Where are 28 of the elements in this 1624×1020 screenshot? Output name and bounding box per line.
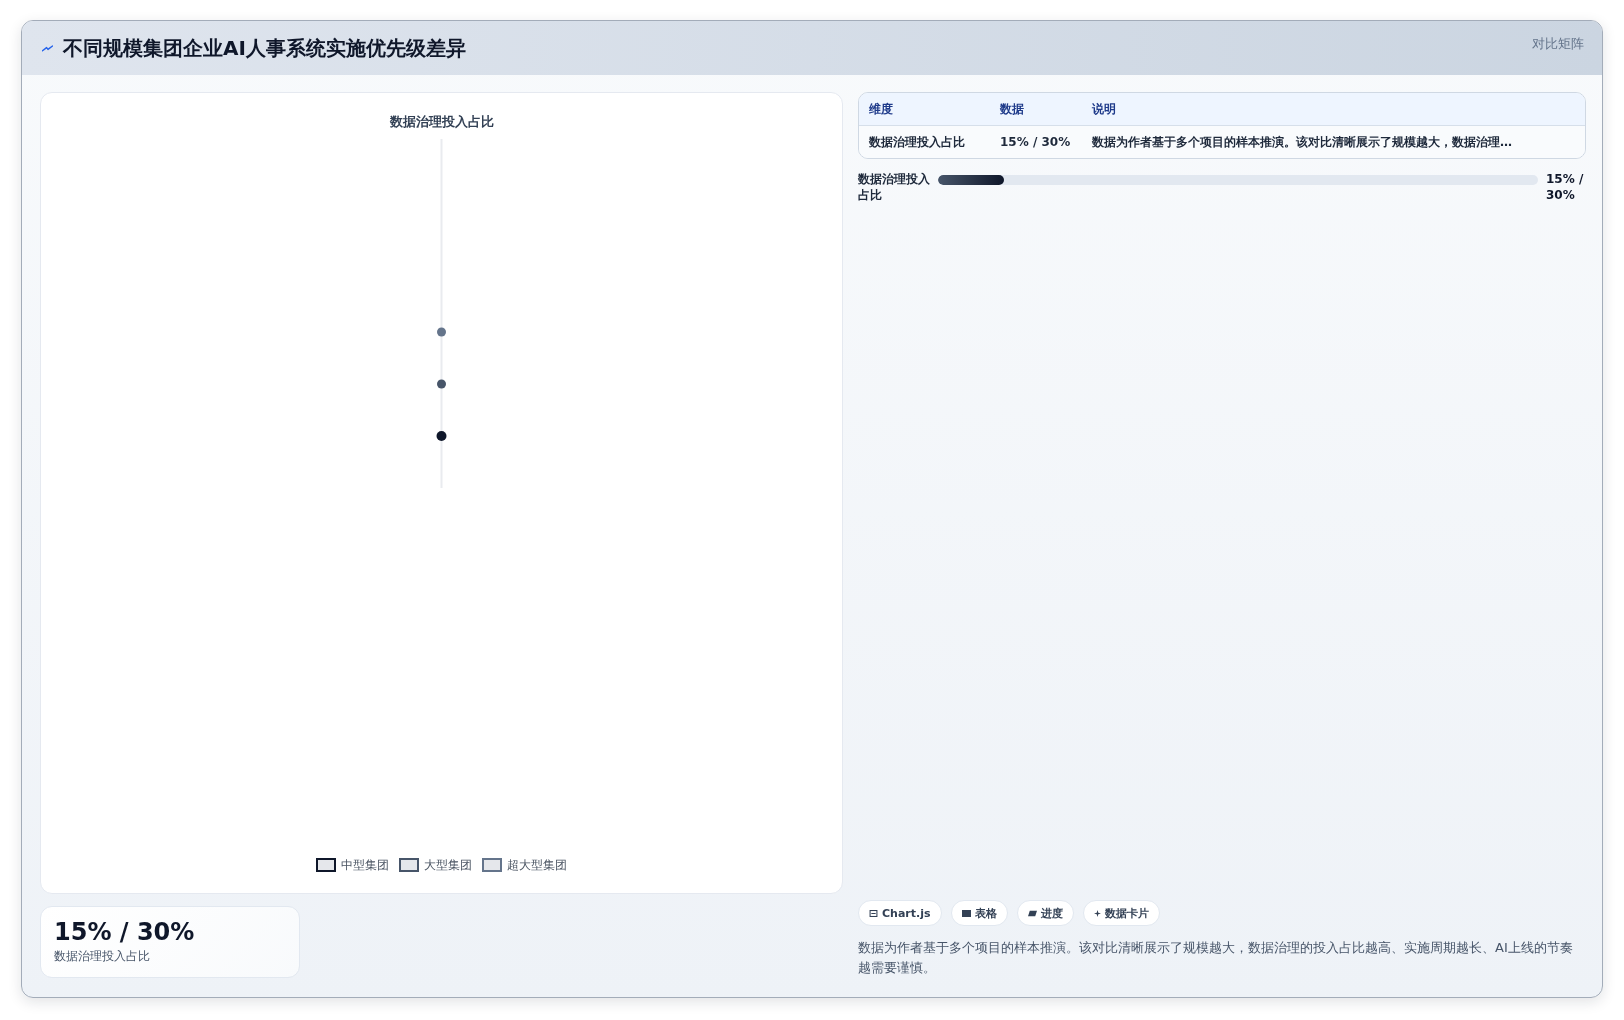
- column-header: 维度: [859, 93, 990, 126]
- table-cell: 数据为作者基于多个项目的样本推演。该对比清晰展示了规模越大，数据治理…: [1082, 125, 1585, 158]
- data-point: [437, 327, 446, 337]
- view-label: 对比矩阵: [1532, 35, 1584, 53]
- progress-label: 数据治理投入占比: [858, 171, 930, 203]
- split-box-icon: [869, 909, 878, 917]
- view-toggle[interactable]: 数据卡片: [1082, 900, 1160, 926]
- legend-label: 大型集团: [424, 857, 472, 874]
- stat-value: 15% / 30%: [54, 917, 196, 947]
- parallelogram-icon: [1027, 909, 1037, 917]
- zigzag-icon: [42, 44, 53, 52]
- view-toggle[interactable]: 表格: [950, 900, 1008, 926]
- progress-value: 15% / 30%: [1546, 171, 1585, 203]
- description-text: 数据为作者基于多个项目的样本推演。该对比清晰展示了规模越大，数据治理的投入占比越高、实施周期越长、AI上线的节奏越需要谨慎。: [858, 939, 1574, 977]
- legend-label: 超大型集团: [507, 857, 567, 874]
- view-toggle[interactable]: 进度: [1016, 900, 1074, 926]
- square-icon: [961, 909, 971, 917]
- data-point: [437, 379, 446, 389]
- data-point: [436, 431, 447, 441]
- sparkle-icon: [1093, 909, 1101, 917]
- column-header: 数据: [990, 93, 1082, 126]
- view-toggle[interactable]: Chart.js: [858, 900, 942, 926]
- column-header: 说明: [1082, 93, 1585, 126]
- chart-title: 数据治理投入占比: [389, 113, 494, 131]
- table-cell: 数据治理投入占比: [859, 125, 990, 158]
- legend-label: 中型集团: [341, 857, 389, 874]
- stat-label: 数据治理投入占比: [54, 948, 151, 965]
- page-title: 不同规模集团企业AI人事系统实施优先级差异: [63, 35, 466, 61]
